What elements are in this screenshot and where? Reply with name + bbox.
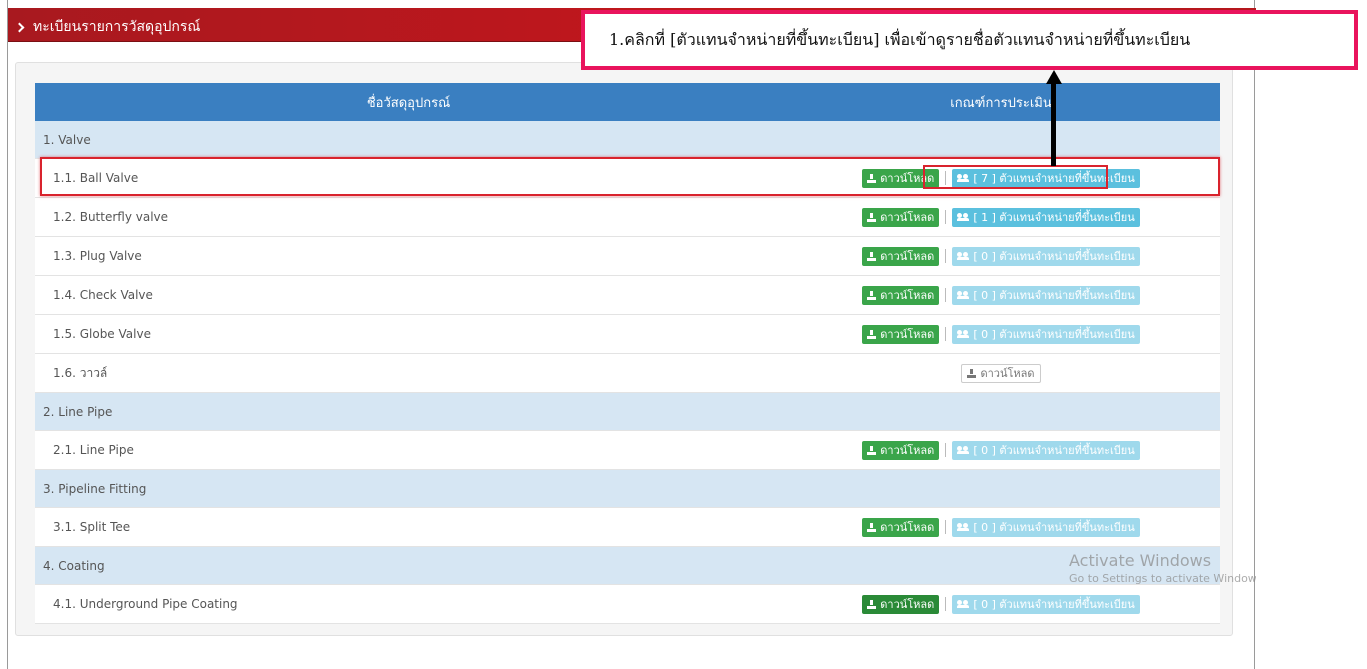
column-header-eval: เกณฑ์การประเมิน xyxy=(950,95,1052,111)
users-icon xyxy=(957,330,970,338)
users-icon xyxy=(957,252,970,260)
item-name: 1.5. Globe Valve xyxy=(53,327,151,341)
item-name: 1.3. Plug Valve xyxy=(53,249,142,263)
annotation-arrow xyxy=(1051,82,1056,166)
download-button[interactable]: ดาวน์โหลด xyxy=(862,168,940,188)
divider xyxy=(945,210,947,224)
category-name: 4. Coating xyxy=(43,558,105,573)
table-row: 1.3. Plug Valve ดาวน์โหลด [ 0 ] ตัวแทนจำ… xyxy=(35,237,1220,276)
category-row: 1. Valve xyxy=(35,121,1220,159)
table-row: 4.1. Underground Pipe Coating ดาวน์โหลด … xyxy=(35,585,1220,624)
divider xyxy=(945,171,947,185)
download-button[interactable]: ดาวน์โหลด xyxy=(862,207,940,227)
item-name: 3.1. Split Tee xyxy=(53,520,131,534)
column-header-name: ชื่อวัสดุอุปกรณ์ xyxy=(366,95,451,111)
table-row: 3.1. Split Tee ดาวน์โหลด [ 0 ] ตัวแทนจำห… xyxy=(35,508,1220,547)
users-icon xyxy=(957,446,970,454)
item-name: 2.1. Line Pipe xyxy=(53,443,134,457)
registered-dealers-button[interactable]: [ 1 ] ตัวแทนจำหน่ายที่ขึ้นทะเบียน xyxy=(952,207,1140,227)
category-name: 3. Pipeline Fitting xyxy=(43,481,147,496)
download-icon xyxy=(867,599,877,609)
download-button[interactable]: ดาวน์โหลด xyxy=(961,363,1041,383)
users-icon xyxy=(957,600,970,608)
instruction-callout: 1.คลิกที่ [ตัวแทนจำหน่ายที่ขึ้นทะเบียน] … xyxy=(581,10,1358,70)
registered-dealers-button[interactable]: [ 7 ] ตัวแทนจำหน่ายที่ขึ้นทะเบียน xyxy=(952,168,1140,188)
download-icon xyxy=(867,522,877,532)
divider xyxy=(945,597,947,611)
download-button[interactable]: ดาวน์โหลด xyxy=(862,324,940,344)
download-icon xyxy=(867,212,877,222)
item-name: 1.4. Check Valve xyxy=(53,288,153,302)
download-button[interactable]: ดาวน์โหลด xyxy=(862,440,940,460)
registered-dealers-button[interactable]: [ 0 ] ตัวแทนจำหน่ายที่ขึ้นทะเบียน xyxy=(952,285,1140,305)
divider xyxy=(945,249,947,263)
download-icon xyxy=(967,368,977,378)
item-name: 4.1. Underground Pipe Coating xyxy=(53,597,238,611)
users-icon xyxy=(957,213,970,221)
registered-dealers-button[interactable]: [ 0 ] ตัวแทนจำหน่ายที่ขึ้นทะเบียน xyxy=(952,594,1140,614)
table-header: ชื่อวัสดุอุปกรณ์ เกณฑ์การประเมิน xyxy=(35,83,1220,121)
registered-dealers-button[interactable]: [ 0 ] ตัวแทนจำหน่ายที่ขึ้นทะเบียน xyxy=(952,324,1140,344)
materials-table: ชื่อวัสดุอุปกรณ์ เกณฑ์การประเมิน 1. Valv… xyxy=(35,83,1220,624)
download-icon xyxy=(867,329,877,339)
item-name: 1.2. Butterfly valve xyxy=(53,210,169,224)
watermark-subtitle: Go to Settings to activate Windows. xyxy=(1069,572,1256,585)
table-row: 1.5. Globe Valve ดาวน์โหลด [ 0 ] ตัวแทนจ… xyxy=(35,315,1220,354)
table-row: 1.6. วาวล์ ดาวน์โหลด xyxy=(35,354,1220,393)
page-title-text: ทะเบียนรายการวัสดุอุปกรณ์ xyxy=(33,19,201,35)
item-name: 1.1. Ball Valve xyxy=(53,171,139,185)
category-row: 4. Coating xyxy=(35,547,1220,585)
download-icon xyxy=(867,251,877,261)
registered-dealers-button[interactable]: [ 0 ] ตัวแทนจำหน่ายที่ขึ้นทะเบียน xyxy=(952,246,1140,266)
watermark-title: Activate Windows xyxy=(1069,551,1212,570)
page-title: ทะเบียนรายการวัสดุอุปกรณ์ xyxy=(14,16,201,38)
divider xyxy=(945,327,947,341)
users-icon xyxy=(957,291,970,299)
download-button[interactable]: ดาวน์โหลด xyxy=(862,246,940,266)
registered-dealers-button[interactable]: [ 0 ] ตัวแทนจำหน่ายที่ขึ้นทะเบียน xyxy=(952,440,1140,460)
category-name: 2. Line Pipe xyxy=(43,404,113,419)
download-button[interactable]: ดาวน์โหลด xyxy=(862,285,940,305)
users-icon xyxy=(957,523,970,531)
category-row: 2. Line Pipe xyxy=(35,393,1220,431)
download-icon xyxy=(867,173,877,183)
category-row: 3. Pipeline Fitting xyxy=(35,470,1220,508)
activate-windows-watermark: Activate Windows Go to Settings to activ… xyxy=(1069,551,1256,585)
table-row: 1.1. Ball Valve ดาวน์โหลด [ 7 ] ตัวแทนจำ… xyxy=(35,159,1220,198)
divider xyxy=(945,520,947,534)
download-button[interactable]: ดาวน์โหลด xyxy=(862,517,940,537)
table-row: 1.2. Butterfly valve ดาวน์โหลด [ 1 ] ตัว… xyxy=(35,198,1220,237)
category-name: 1. Valve xyxy=(43,132,91,147)
divider xyxy=(945,443,947,457)
users-icon xyxy=(957,174,970,182)
table-row: 1.4. Check Valve ดาวน์โหลด [ 0 ] ตัวแทนจ… xyxy=(35,276,1220,315)
download-icon xyxy=(867,290,877,300)
registered-dealers-button[interactable]: [ 0 ] ตัวแทนจำหน่ายที่ขึ้นทะเบียน xyxy=(952,517,1140,537)
download-icon xyxy=(867,445,877,455)
divider xyxy=(945,288,947,302)
callout-text: 1.คลิกที่ [ตัวแทนจำหน่ายที่ขึ้นทะเบียน] … xyxy=(609,29,1191,49)
chevron-right-icon xyxy=(14,22,25,32)
item-name: 1.6. วาวล์ xyxy=(53,365,108,380)
table-row: 2.1. Line Pipe ดาวน์โหลด [ 0 ] ตัวแทนจำห… xyxy=(35,431,1220,470)
download-button[interactable]: ดาวน์โหลด xyxy=(862,594,940,614)
